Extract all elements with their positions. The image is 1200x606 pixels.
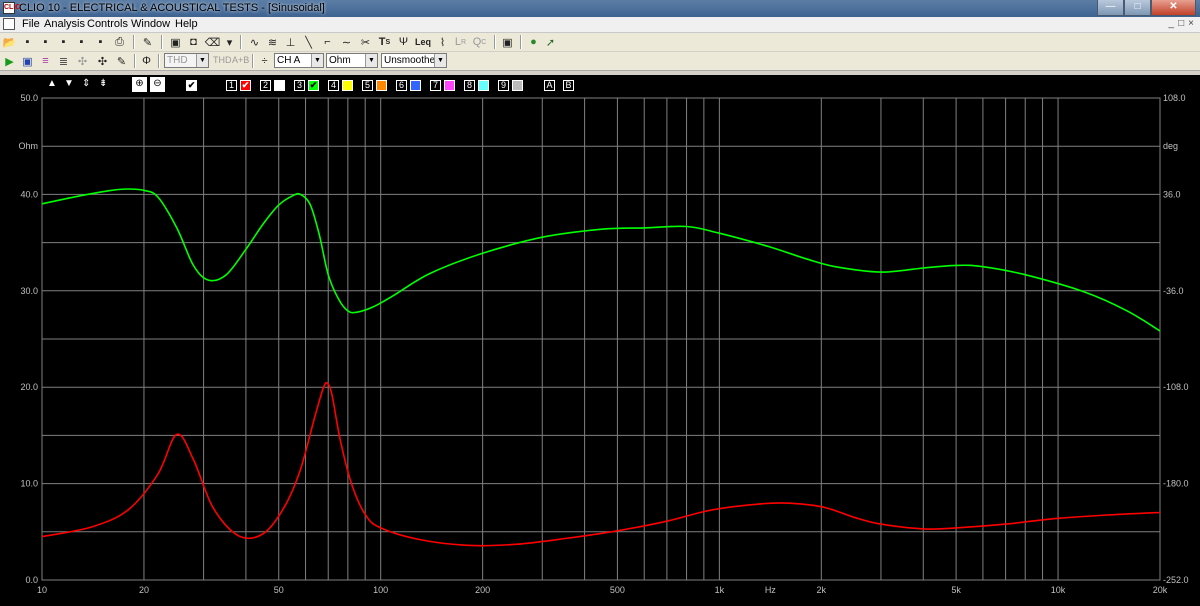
y-right-tick-label: -180.0: [1163, 479, 1189, 489]
y-left-tick-label: 10.0: [20, 479, 38, 489]
eraser-icon[interactable]: ⌫: [205, 35, 221, 49]
print-icon[interactable]: ⎙: [112, 35, 127, 49]
ab-label: A+B: [232, 55, 250, 65]
waterfall-icon[interactable]: ⌐: [320, 35, 335, 49]
multitone-icon[interactable]: ✂: [358, 35, 373, 49]
y-left-tick-label: 40.0: [20, 189, 38, 199]
x-tick-label: 50: [274, 585, 284, 595]
context-help-icon[interactable]: ➚: [543, 35, 558, 49]
multimeter-icon[interactable]: ▣: [168, 35, 183, 49]
y-left-tick-label: 0.0: [25, 575, 38, 585]
cursor-move-icon[interactable]: ✣: [95, 54, 110, 68]
y-right-tick-label: -108.0: [1163, 382, 1189, 392]
save-as-icon[interactable]: ▪: [38, 35, 53, 49]
microphone-icon[interactable]: Φ: [139, 54, 154, 68]
overlay-icon[interactable]: ≡: [38, 54, 53, 68]
x-tick-label: 5k: [951, 585, 961, 595]
help-icon[interactable]: ●: [526, 35, 541, 49]
monitor-icon[interactable]: ▣: [500, 35, 515, 49]
export-icon[interactable]: ▪: [56, 35, 71, 49]
menu-help[interactable]: Help: [175, 18, 198, 30]
x-tick-label: 1k: [715, 585, 725, 595]
document-icon[interactable]: [3, 18, 15, 30]
mdi-close-button[interactable]: ×: [1188, 18, 1194, 29]
y-left-tick-label: 50.0: [20, 93, 38, 103]
mls-icon[interactable]: ≋: [265, 35, 280, 49]
menu-controls[interactable]: Controls: [87, 18, 128, 30]
x-tick-label: 20: [139, 585, 149, 595]
measurement-toolbar: ▶ ▣ ≡ ≣ ✣ ✣ ✎ Φ THD ▼ THD A+B ÷ CH A ▼ Ohm…: [0, 52, 1200, 71]
x-tick-label: 2k: [817, 585, 827, 595]
save-icon[interactable]: ▪: [20, 35, 35, 49]
open-folder-icon[interactable]: 📂: [2, 35, 17, 49]
mdi-restore-button[interactable]: □: [1178, 18, 1184, 29]
x-tick-label: 20k: [1153, 585, 1168, 595]
y-left-tick-label: 20.0: [20, 382, 38, 392]
camera-icon[interactable]: ◘: [186, 35, 201, 49]
sinusoidal-icon[interactable]: ∼: [339, 35, 354, 49]
quality-control-icon[interactable]: QC: [472, 35, 487, 49]
menu-window[interactable]: Window: [131, 18, 170, 30]
wow-flutter-icon[interactable]: Ψ: [396, 35, 411, 49]
copy-icon[interactable]: ▪: [93, 35, 108, 49]
y-right-tick-label: 36.0: [1163, 189, 1181, 199]
x-tick-label: Hz: [765, 585, 776, 595]
menu-bar: File Analysis Controls Window Help _ □ ×: [0, 17, 1200, 33]
x-tick-label: 500: [610, 585, 625, 595]
y-left-unit-label: Ohm: [18, 141, 38, 151]
title-bar: CLIO CLIO 10 - ELECTRICAL & ACOUSTICAL T…: [0, 0, 1200, 17]
fft-icon[interactable]: ∿: [247, 35, 262, 49]
lr-icon[interactable]: LR: [453, 35, 468, 49]
dropdown-arrow-icon[interactable]: ▾: [222, 35, 237, 49]
mdi-minimize-button[interactable]: _: [1169, 18, 1175, 29]
x-tick-label: 10: [37, 585, 47, 595]
linearity-icon[interactable]: ⌇: [435, 35, 450, 49]
sweep-icon[interactable]: ╲: [301, 35, 316, 49]
channel-combo[interactable]: CH A ▼: [274, 53, 324, 68]
notes2-icon[interactable]: ✎: [114, 54, 129, 68]
x-tick-label: 10k: [1051, 585, 1066, 595]
phase-curve: [41, 188, 1161, 332]
units-combo[interactable]: Ohm ▼: [326, 53, 378, 68]
y-left-tick-label: 30.0: [20, 286, 38, 296]
export-image-icon[interactable]: ▪: [74, 35, 89, 49]
settings-icon[interactable]: ▣: [20, 54, 35, 68]
close-button[interactable]: ✕: [1151, 0, 1196, 16]
impulse-icon[interactable]: ⊥: [283, 35, 298, 49]
maximize-button[interactable]: □: [1124, 0, 1151, 16]
menu-file[interactable]: File: [22, 18, 40, 30]
smoothing-combo[interactable]: Unsmoothed ▼: [381, 53, 447, 68]
impedance-chart: 10 20 50 100 200 500 1k Hz 2k 5k 10k 20k 50.0 40.0 30.…: [18, 93, 1189, 595]
impedance-curve: [41, 381, 1161, 547]
y-right-tick-label: 108.0: [1163, 93, 1186, 103]
y-right-tick-label: -36.0: [1163, 286, 1184, 296]
y-right-unit-label: deg: [1163, 141, 1178, 151]
minimize-button[interactable]: —: [1097, 0, 1124, 16]
y-right-tick-label: -252.0: [1163, 575, 1189, 585]
thd-combo[interactable]: THD ▼: [164, 53, 209, 68]
main-toolbar: 📂 ▪ ▪ ▪ ▪ ▪ ⎙ ✎ ▣ ◘ ⌫ ▾ ∿ ≋ ⊥ ╲ ⌐ ∼ ✂ TS…: [0, 33, 1200, 51]
leq-icon[interactable]: Leq: [414, 35, 432, 49]
menu-analysis[interactable]: Analysis: [44, 18, 85, 30]
cursor-icon[interactable]: ✣: [75, 54, 90, 68]
channel-icon: ÷: [261, 55, 268, 67]
graph-panel: ▲ ▼ ⇕ ⇟ ⊕ ⊖ ✔ 1 ✔ 2 3 ✔ 4 5 6 7 8 9 A B 10 20 50 100 2…: [0, 75, 1200, 606]
play-icon[interactable]: ▶: [2, 54, 17, 68]
notes-icon[interactable]: ✎: [140, 35, 155, 49]
ts-parameters-icon[interactable]: TS: [377, 35, 392, 49]
app-icon: CLIO: [3, 2, 21, 14]
thd-label: THD: [213, 55, 232, 65]
x-tick-label: 200: [475, 585, 490, 595]
x-tick-label: 100: [373, 585, 388, 595]
window-title: CLIO 10 - ELECTRICAL & ACOUSTICAL TESTS …: [19, 2, 325, 14]
processing-icon[interactable]: ≣: [56, 54, 71, 68]
